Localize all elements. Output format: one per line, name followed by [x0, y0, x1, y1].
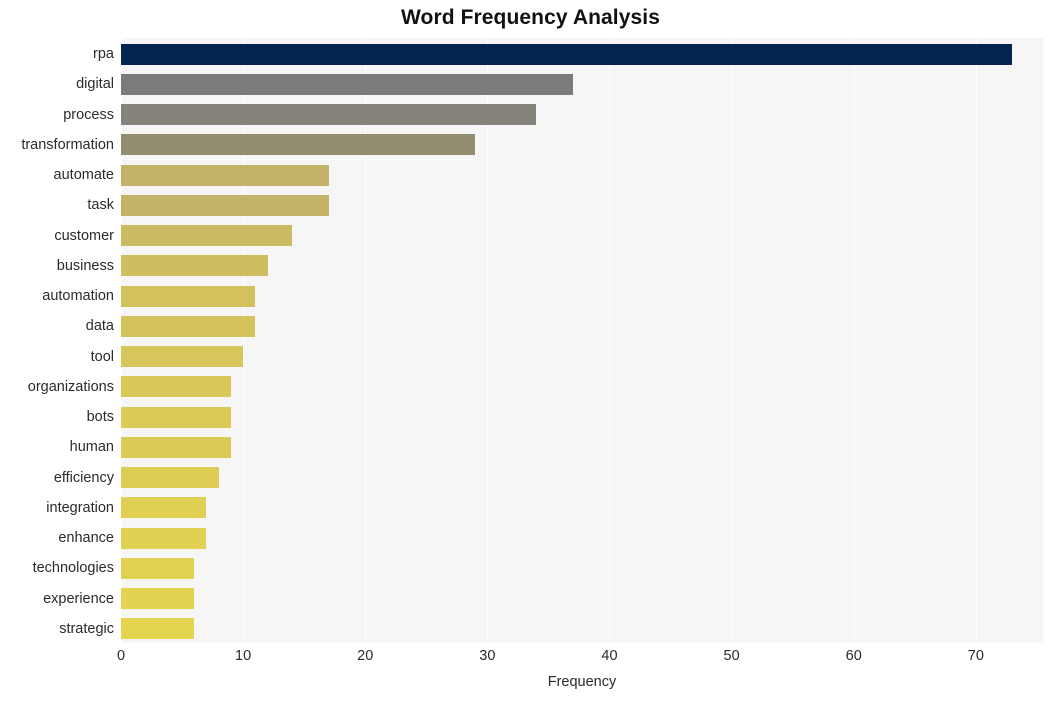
y-axis-label-digital: digital: [76, 76, 114, 93]
bar-bots[interactable]: [121, 406, 231, 428]
bar-experience[interactable]: [121, 588, 195, 610]
gridline-x-50: [731, 38, 733, 643]
bar-process[interactable]: [121, 104, 537, 126]
bar-integration[interactable]: [121, 497, 207, 519]
bar-customer[interactable]: [121, 225, 292, 247]
x-axis-tick-40: 40: [601, 648, 618, 664]
x-axis-tick-10: 10: [235, 648, 252, 664]
y-axis-label-automate: automate: [53, 167, 114, 184]
y-axis-label-automation: automation: [42, 288, 114, 305]
gridline-x-0: [121, 38, 122, 643]
bar-enhance[interactable]: [121, 527, 207, 549]
y-axis-label-strategic: strategic: [59, 620, 114, 637]
word-frequency-bar-chart: Word Frequency Analysis rpa digital proces…: [0, 0, 1061, 701]
y-axis-label-enhance: enhance: [58, 530, 114, 547]
gridline-x-20: [365, 38, 367, 643]
x-axis-tick-50: 50: [723, 648, 740, 664]
bar-transformation[interactable]: [121, 134, 476, 156]
bar-task[interactable]: [121, 194, 329, 216]
y-axis-label-experience: experience: [43, 590, 114, 607]
x-axis-tick-labels: 0 10 20 30 40 50 60 70: [0, 648, 1061, 670]
bar-efficiency[interactable]: [121, 467, 219, 489]
bar-strategic[interactable]: [121, 618, 195, 640]
bar-human[interactable]: [121, 436, 231, 458]
gridline-x-10: [243, 38, 245, 643]
bar-automation[interactable]: [121, 285, 256, 307]
plot-area: [121, 38, 1043, 643]
y-axis-label-tool: tool: [90, 348, 114, 365]
y-axis-label-business: business: [56, 257, 114, 274]
y-axis-label-human: human: [69, 439, 114, 456]
gridline-x-60: [853, 38, 855, 643]
y-axis-label-integration: integration: [46, 499, 114, 516]
y-axis-label-organizations: organizations: [27, 378, 114, 395]
y-axis-label-transformation: transformation: [21, 136, 114, 153]
bar-business[interactable]: [121, 255, 268, 277]
y-axis-label-task: task: [87, 197, 114, 214]
y-axis-label-process: process: [63, 106, 114, 123]
x-axis-title: Frequency: [547, 674, 617, 690]
x-axis-tick-20: 20: [357, 648, 374, 664]
bar-data[interactable]: [121, 315, 256, 337]
y-axis-label-rpa: rpa: [93, 46, 114, 63]
bar-tool[interactable]: [121, 346, 244, 368]
bar-automate[interactable]: [121, 164, 329, 186]
y-axis-label-bots: bots: [86, 409, 114, 426]
bar-organizations[interactable]: [121, 376, 231, 398]
y-axis-label-technologies: technologies: [32, 560, 114, 577]
bar-technologies[interactable]: [121, 557, 195, 579]
y-axis-label-data: data: [85, 318, 114, 335]
x-axis-tick-60: 60: [845, 648, 862, 664]
x-axis-tick-70: 70: [967, 648, 984, 664]
bar-rpa[interactable]: [121, 43, 1013, 65]
y-axis-label-efficiency: efficiency: [53, 469, 114, 486]
x-axis-tick-0: 0: [116, 648, 126, 664]
y-axis-labels: rpa digital process transformation automate t…: [0, 38, 114, 643]
gridline-x-30: [487, 38, 489, 643]
gridline-x-40: [609, 38, 611, 643]
x-axis-tick-30: 30: [479, 648, 496, 664]
gridline-x-70: [975, 38, 977, 643]
chart-title: Word Frequency Analysis: [400, 6, 661, 29]
y-axis-label-customer: customer: [54, 227, 114, 244]
bar-digital[interactable]: [121, 73, 573, 95]
